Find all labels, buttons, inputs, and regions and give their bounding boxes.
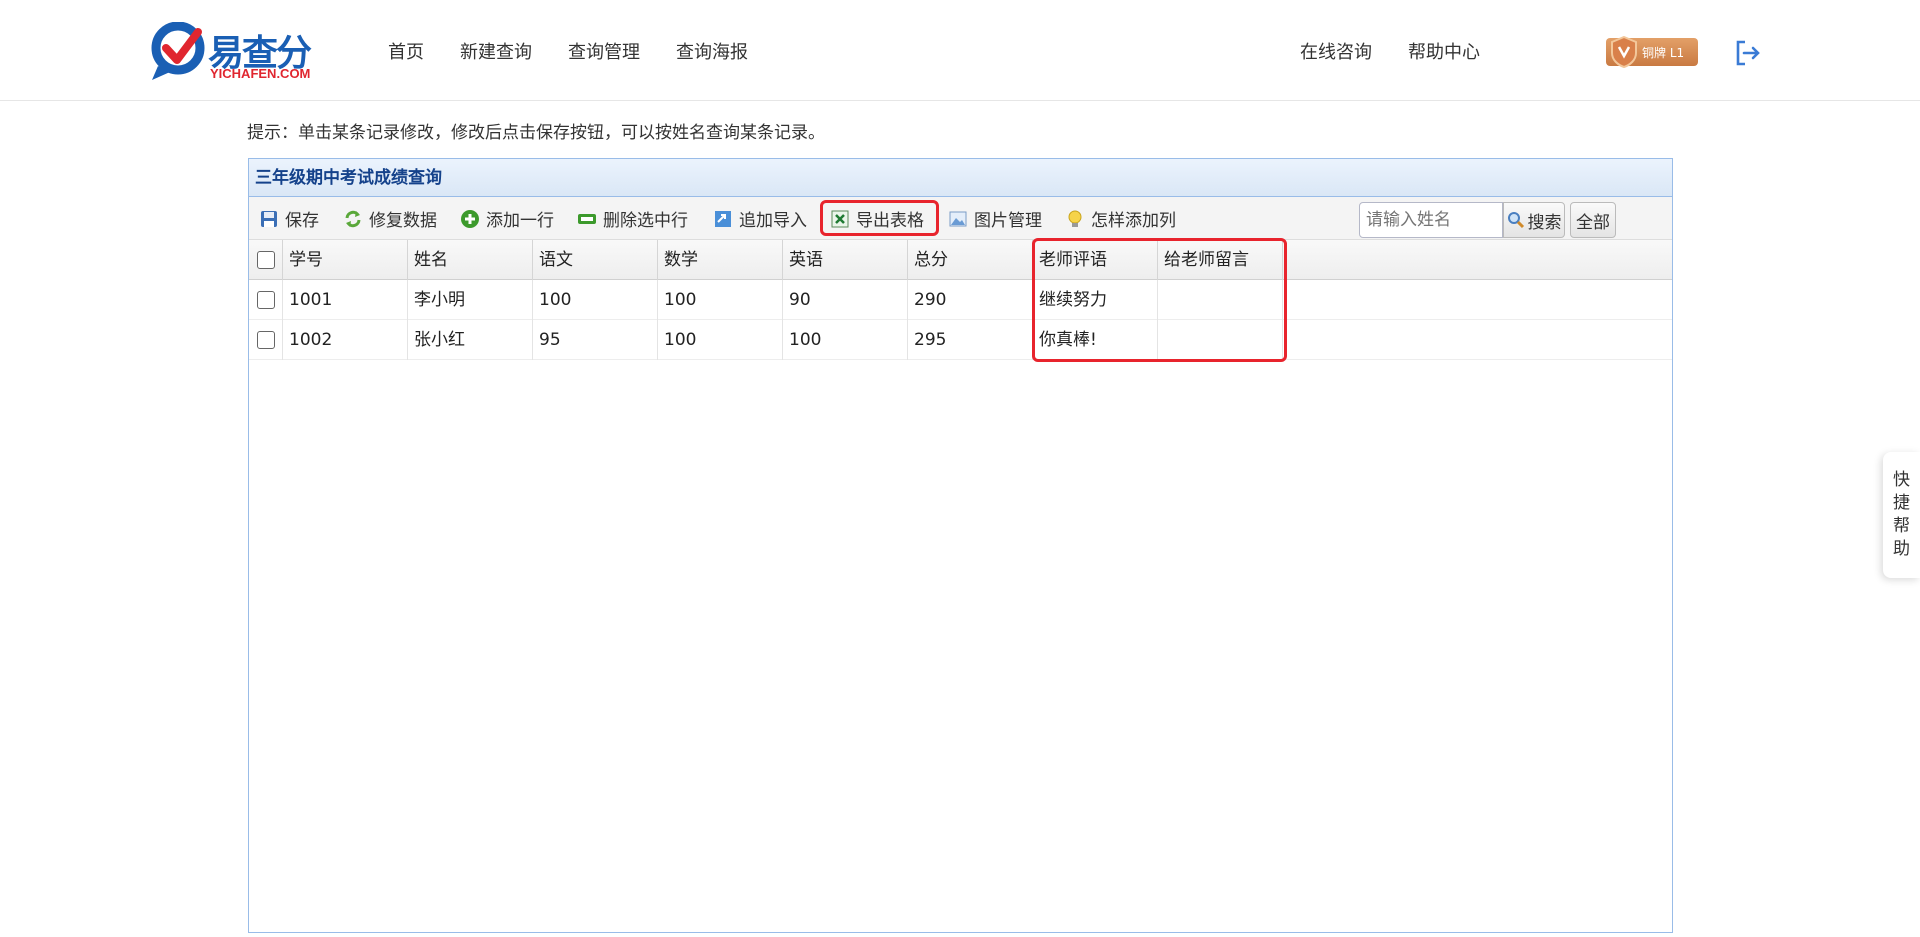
col-header-message[interactable]: 给老师留言	[1158, 240, 1283, 280]
col-header-total[interactable]: 总分	[908, 240, 1033, 280]
panel-title: 三年级期中考试成绩查询	[249, 159, 1672, 197]
search-button[interactable]: 搜索	[1503, 202, 1565, 238]
cell-chinese[interactable]: 100	[533, 280, 658, 320]
row-select-cell	[249, 280, 283, 320]
cell-english[interactable]: 90	[783, 280, 908, 320]
cell-id[interactable]: 1001	[283, 280, 408, 320]
right-nav: 在线咨询 帮助中心	[1300, 38, 1480, 64]
minus-icon	[578, 213, 596, 224]
nav-query-manage[interactable]: 查询管理	[568, 38, 640, 64]
cell-english[interactable]: 100	[783, 320, 908, 360]
col-header-chinese[interactable]: 语文	[533, 240, 658, 280]
row-select-cell	[249, 320, 283, 360]
quick-help-tab[interactable]: 快 捷 帮 助	[1883, 452, 1920, 578]
nav-query-poster[interactable]: 查询海报	[676, 38, 748, 64]
nav-new-query[interactable]: 新建查询	[460, 38, 532, 64]
name-search-input[interactable]	[1359, 202, 1503, 238]
col-header-id[interactable]: 学号	[283, 240, 408, 280]
select-all-cell	[249, 240, 283, 280]
import-icon	[715, 210, 731, 227]
cell-name[interactable]: 李小明	[408, 280, 533, 320]
magnifier-icon	[1507, 212, 1524, 229]
save-button[interactable]: 保存	[259, 197, 319, 240]
col-header-english[interactable]: 英语	[783, 240, 908, 280]
table-row[interactable]: 1002 张小红 95 100 100 295 你真棒!	[249, 320, 1672, 360]
col-header-math[interactable]: 数学	[658, 240, 783, 280]
col-header-teacher-comment[interactable]: 老师评语	[1033, 240, 1158, 280]
export-table-button[interactable]: 导出表格	[830, 197, 924, 240]
excel-icon	[831, 210, 849, 227]
nav-online-consult[interactable]: 在线咨询	[1300, 38, 1372, 64]
cell-chinese[interactable]: 95	[533, 320, 658, 360]
cell-message[interactable]	[1158, 280, 1283, 320]
cell-total[interactable]: 295	[908, 320, 1033, 360]
nav-home[interactable]: 首页	[388, 38, 424, 64]
lightbulb-icon	[1068, 210, 1082, 227]
badge-label: 铜牌 L1	[1642, 45, 1685, 60]
refresh-icon	[345, 210, 361, 227]
cell-teacher-comment[interactable]: 你真棒!	[1033, 320, 1158, 360]
floppy-disk-icon	[261, 210, 277, 227]
yichafen-logo[interactable]: 易查分 YICHAFEN.COM	[150, 22, 325, 82]
top-header: 易查分 YICHAFEN.COM 首页 新建查询 查询管理 查询海报 在线咨询 …	[0, 0, 1920, 101]
grid-header-row: 学号 姓名 语文 数学 英语 总分 老师评语 给老师留言	[249, 240, 1672, 280]
cell-id[interactable]: 1002	[283, 320, 408, 360]
delete-selected-button[interactable]: 删除选中行	[577, 197, 688, 240]
repair-data-button[interactable]: 修复数据	[343, 197, 437, 240]
show-all-button[interactable]: 全部	[1570, 202, 1616, 238]
append-import-button[interactable]: 追加导入	[713, 197, 807, 240]
logout-icon[interactable]	[1733, 38, 1763, 68]
add-row-button[interactable]: 添加一行	[460, 197, 554, 240]
how-add-column-button[interactable]: 怎样添加列	[1065, 197, 1176, 240]
cell-name[interactable]: 张小红	[408, 320, 533, 360]
cell-total[interactable]: 290	[908, 280, 1033, 320]
logo-text-en: YICHAFEN.COM	[210, 66, 311, 81]
shield-icon	[1611, 36, 1637, 68]
image-manage-button[interactable]: 图片管理	[948, 197, 1042, 240]
nav-help-center[interactable]: 帮助中心	[1408, 38, 1480, 64]
tip-text: 提示：单击某条记录修改，修改后点击保存按钮，可以按姓名查询某条记录。	[247, 123, 825, 143]
col-header-name[interactable]: 姓名	[408, 240, 533, 280]
logo-check-icon	[151, 22, 205, 80]
member-level-badge[interactable]: 铜牌 L1	[1606, 36, 1698, 68]
main-nav: 首页 新建查询 查询管理 查询海报	[388, 38, 748, 64]
plus-icon	[461, 209, 479, 228]
score-grid-panel: 三年级期中考试成绩查询 保存 修复数据 添加一行 删除选中行 追加导入 导出表格…	[248, 158, 1673, 933]
cell-math[interactable]: 100	[658, 280, 783, 320]
cell-teacher-comment[interactable]: 继续努力	[1033, 280, 1158, 320]
grid-toolbar: 保存 修复数据 添加一行 删除选中行 追加导入 导出表格 图片管理 怎样添加列 …	[249, 197, 1672, 240]
score-grid: 学号 姓名 语文 数学 英语 总分 老师评语 给老师留言 1001 李小明 10…	[249, 240, 1672, 360]
select-all-checkbox[interactable]	[257, 251, 275, 269]
row-checkbox[interactable]	[257, 331, 275, 349]
cell-message[interactable]	[1158, 320, 1283, 360]
table-row[interactable]: 1001 李小明 100 100 90 290 继续努力	[249, 280, 1672, 320]
image-icon	[949, 211, 967, 226]
cell-math[interactable]: 100	[658, 320, 783, 360]
row-checkbox[interactable]	[257, 291, 275, 309]
